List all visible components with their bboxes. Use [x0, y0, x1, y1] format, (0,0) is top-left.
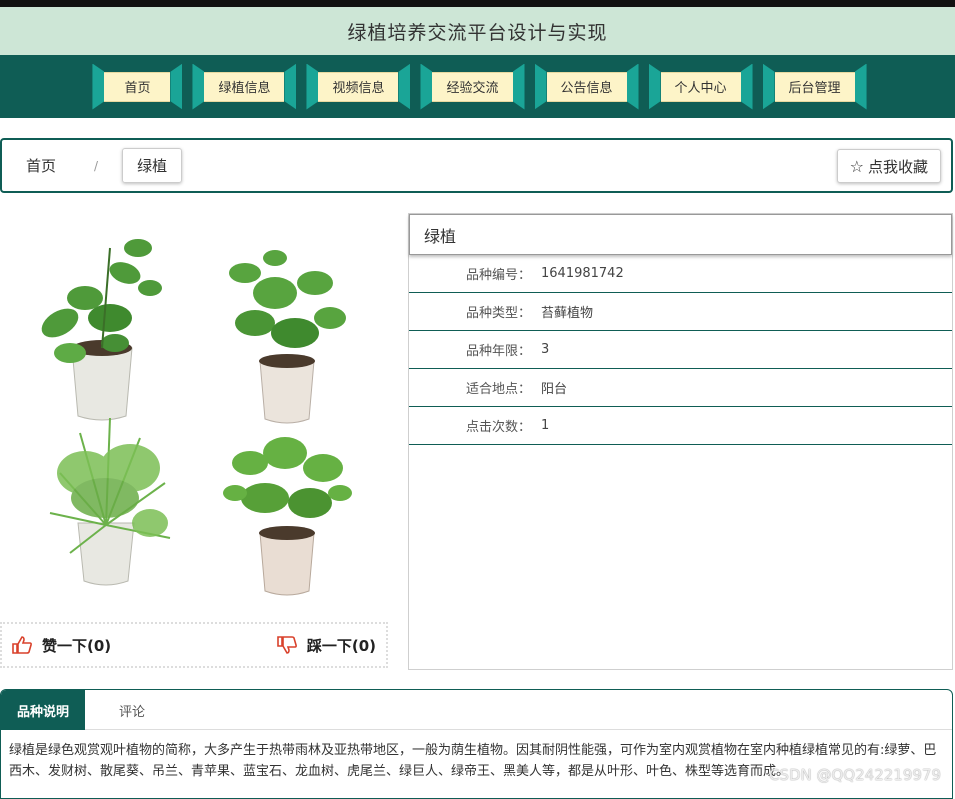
info-value: 阳台	[541, 378, 567, 397]
dislike-button[interactable]: 踩一下(0)	[277, 635, 376, 656]
site-title: 绿植培养交流平台设计与实现	[347, 18, 607, 45]
nav-label: 视频信息	[318, 72, 398, 102]
nav-item-plants[interactable]: 绿植信息	[192, 64, 296, 110]
info-value: 苔藓植物	[541, 302, 593, 321]
info-value: 1641981742	[541, 266, 624, 281]
site-header: 绿植培养交流平台设计与实现	[0, 7, 955, 55]
nav-label: 个人中心	[661, 72, 741, 102]
info-key: 品种编号：	[409, 264, 541, 283]
potted-plant-image	[30, 228, 170, 423]
nav-label: 后台管理	[775, 72, 855, 102]
nav-item-experience[interactable]: 经验交流	[420, 64, 524, 110]
potted-plant-image	[40, 413, 180, 593]
dislike-label: 踩一下(0)	[307, 635, 376, 656]
potted-plant-image	[215, 423, 355, 598]
main-nav: 首页 绿植信息 视频信息 经验交流 公告信息 个人中心 后台管理	[0, 55, 955, 118]
info-key: 适合地点：	[409, 378, 541, 397]
info-row: 点击次数： 1	[409, 407, 952, 445]
thumbs-up-icon	[12, 636, 32, 654]
nav-item-videos[interactable]: 视频信息	[306, 64, 410, 110]
vote-bar: 赞一下(0) 踩一下(0)	[0, 622, 388, 668]
tab-description[interactable]: 品种说明	[1, 690, 85, 730]
info-key: 品种年限：	[409, 340, 541, 359]
like-label: 赞一下(0)	[42, 635, 111, 656]
tab-strip: 品种说明 评论	[1, 690, 952, 730]
thumbs-down-icon	[277, 636, 297, 654]
info-row: 品种类型： 苔藓植物	[409, 293, 952, 331]
potted-plant-image	[215, 243, 355, 428]
info-row: 适合地点： 阳台	[409, 369, 952, 407]
info-key: 品种类型：	[409, 302, 541, 321]
nav-item-home[interactable]: 首页	[92, 64, 182, 110]
breadcrumb-separator: /	[94, 159, 98, 173]
info-value: 3	[541, 342, 549, 357]
favorite-button[interactable]: ☆ 点我收藏	[837, 149, 941, 183]
top-strip	[0, 0, 955, 7]
plant-image	[0, 213, 390, 618]
watermark: CSDN @QQ242219979	[769, 766, 941, 784]
nav-item-notices[interactable]: 公告信息	[535, 64, 639, 110]
breadcrumb-home-link[interactable]: 首页	[26, 155, 56, 176]
info-key: 点击次数：	[409, 416, 541, 435]
info-row: 品种年限： 3	[409, 331, 952, 369]
plant-info-panel: 绿植 品种编号： 1641981742 品种类型： 苔藓植物 品种年限： 3 适…	[408, 213, 953, 670]
breadcrumb-current[interactable]: 绿植	[122, 148, 182, 183]
favorite-label: 点我收藏	[868, 156, 928, 177]
tab-comments[interactable]: 评论	[85, 690, 179, 730]
info-title: 绿植	[409, 214, 952, 255]
nav-label: 经验交流	[432, 72, 512, 102]
breadcrumb: 首页 / 绿植 ☆ 点我收藏	[0, 138, 953, 193]
like-button[interactable]: 赞一下(0)	[12, 635, 111, 656]
nav-item-profile[interactable]: 个人中心	[649, 64, 753, 110]
nav-item-admin[interactable]: 后台管理	[763, 64, 867, 110]
info-row: 品种编号： 1641981742	[409, 255, 952, 293]
nav-label: 公告信息	[547, 72, 627, 102]
nav-label: 绿植信息	[204, 72, 284, 102]
info-value: 1	[541, 418, 549, 433]
star-icon: ☆	[850, 157, 864, 176]
nav-label: 首页	[104, 72, 170, 102]
